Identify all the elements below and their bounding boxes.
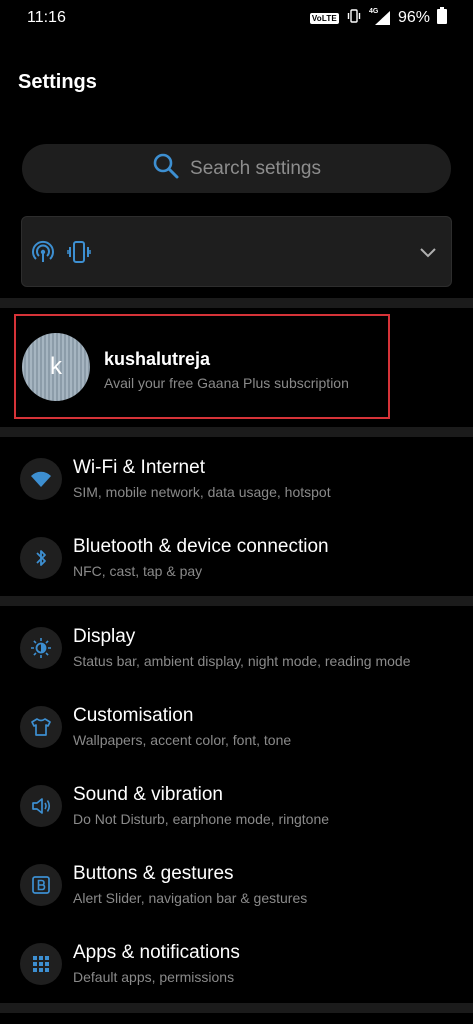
button-b-icon bbox=[20, 864, 62, 906]
menu-item-subtitle: SIM, mobile network, data usage, hotspot bbox=[73, 484, 331, 500]
menu-item-buttons-gestures[interactable]: Buttons & gestures Alert Slider, navigat… bbox=[0, 852, 473, 918]
apps-grid-icon bbox=[20, 943, 62, 985]
profile-subtitle: Avail your free Gaana Plus subscription bbox=[104, 375, 349, 391]
hotspot-icon[interactable] bbox=[31, 240, 55, 269]
menu-item-subtitle: Default apps, permissions bbox=[73, 969, 235, 985]
section-divider bbox=[0, 1003, 473, 1013]
section-divider bbox=[0, 427, 473, 437]
signal-icon: 4G bbox=[369, 8, 391, 26]
status-time: 11:16 bbox=[27, 9, 66, 26]
menu-item-title: Customisation bbox=[73, 705, 194, 726]
avatar: k bbox=[22, 333, 90, 401]
page-title: Settings bbox=[18, 71, 97, 93]
status-bar: 11:16 VoLTE 4G 96% bbox=[0, 0, 473, 36]
menu-item-wifi-internet[interactable]: Wi-Fi & Internet SIM, mobile network, da… bbox=[0, 446, 473, 512]
menu-item-subtitle: Alert Slider, navigation bar & gestures bbox=[73, 890, 308, 906]
profile-card[interactable]: k kushalutreja Avail your free Gaana Plu… bbox=[14, 314, 390, 419]
menu-item-bluetooth[interactable]: Bluetooth & device connection NFC, cast,… bbox=[0, 525, 473, 591]
section-divider bbox=[0, 596, 473, 606]
battery-icon bbox=[437, 7, 447, 29]
menu-item-sound-vibration[interactable]: Sound & vibration Do Not Disturb, earpho… bbox=[0, 773, 473, 839]
menu-item-title: Buttons & gestures bbox=[73, 863, 234, 884]
volte-badge: VoLTE bbox=[309, 12, 339, 24]
vibrate-mode-icon[interactable] bbox=[67, 240, 91, 269]
menu-item-title: Sound & vibration bbox=[73, 784, 223, 805]
speaker-icon bbox=[20, 785, 62, 827]
menu-item-subtitle: Wallpapers, accent color, font, tone bbox=[73, 732, 292, 748]
vibrate-icon bbox=[346, 8, 362, 29]
avatar-initial: k bbox=[50, 353, 62, 380]
brightness-icon bbox=[20, 627, 62, 669]
menu-item-display[interactable]: Display Status bar, ambient display, nig… bbox=[0, 615, 473, 681]
battery-percent: 96% bbox=[397, 9, 430, 26]
quick-icons bbox=[31, 240, 91, 269]
menu-item-apps-notifications[interactable]: Apps & notifications Default apps, permi… bbox=[0, 931, 473, 997]
wifi-icon bbox=[20, 458, 62, 500]
search-bar[interactable]: Search settings bbox=[22, 144, 451, 193]
search-placeholder: Search settings bbox=[190, 157, 321, 179]
menu-item-title: Bluetooth & device connection bbox=[73, 536, 329, 557]
tshirt-icon bbox=[20, 706, 62, 748]
chevron-down-icon[interactable] bbox=[419, 243, 437, 266]
status-icons: VoLTE 4G 96% bbox=[309, 7, 447, 29]
menu-item-subtitle: NFC, cast, tap & pay bbox=[73, 563, 203, 579]
quick-settings-panel[interactable] bbox=[21, 216, 452, 287]
menu-item-title: Wi-Fi & Internet bbox=[73, 457, 205, 478]
section-divider bbox=[0, 298, 473, 308]
menu-item-subtitle: Do Not Disturb, earphone mode, ringtone bbox=[73, 811, 330, 827]
search-icon bbox=[152, 152, 180, 185]
bluetooth-icon bbox=[20, 537, 62, 579]
menu-item-customisation[interactable]: Customisation Wallpapers, accent color, … bbox=[0, 694, 473, 760]
profile-name: kushalutreja bbox=[104, 349, 211, 369]
menu-item-title: Apps & notifications bbox=[73, 942, 240, 963]
menu-item-subtitle: Status bar, ambient display, night mode,… bbox=[73, 653, 411, 669]
menu-item-title: Display bbox=[73, 626, 136, 647]
